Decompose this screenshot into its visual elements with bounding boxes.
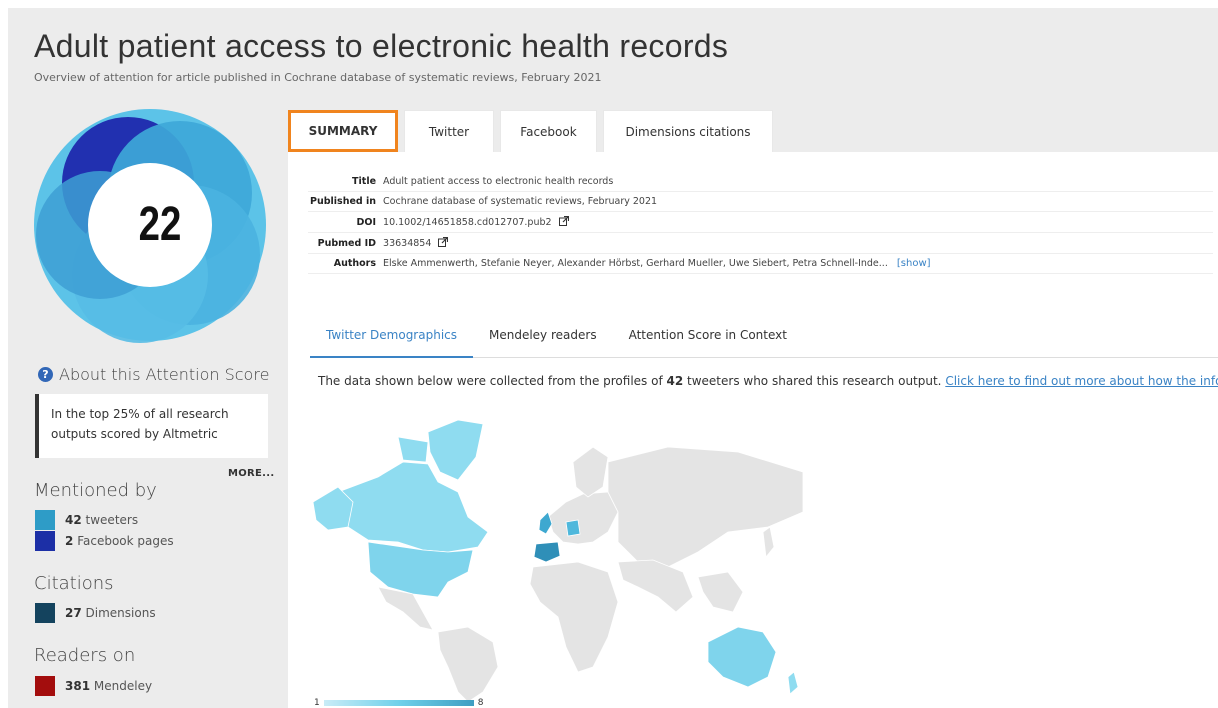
map-greenland: [427, 419, 484, 481]
map-germany: [565, 519, 581, 537]
tweeters-count: 42: [65, 513, 82, 527]
mendeley-label: Mendeley: [93, 679, 153, 693]
dimensions-label: Dimensions: [85, 606, 156, 620]
map-spain: [533, 541, 561, 563]
meta-row-authors: Authors Elske Ammenwerth, Stefanie Neyer…: [308, 253, 1213, 274]
scale-max: 8: [477, 698, 484, 708]
meta-row-doi: DOI 10.1002/14651858.cd012707.pub2: [308, 211, 1213, 233]
mendeley-swatch: [35, 676, 55, 696]
more-info-link[interactable]: Click here to find out more about how th…: [945, 374, 1218, 388]
legend-dimensions[interactable]: 27 Dimensions: [35, 603, 156, 623]
authors-value: Elske Ammenwerth, Stefanie Neyer, Alexan…: [383, 258, 888, 269]
pubmed-link[interactable]: 33634854: [383, 238, 431, 249]
about-label: About this Attention Score: [59, 365, 270, 384]
subtab-mendeley-readers[interactable]: Mendeley readers: [473, 322, 613, 358]
article-metadata: Title Adult patient access to electronic…: [308, 172, 1213, 274]
readers-heading: Readers on: [34, 645, 136, 666]
tweeters-swatch: [35, 510, 55, 530]
world-map[interactable]: [308, 402, 808, 702]
tab-summary[interactable]: SUMMARY: [288, 110, 398, 152]
attention-score-value: 22: [138, 198, 182, 251]
external-link-icon[interactable]: [438, 237, 449, 247]
pubmed-key: Pubmed ID: [308, 232, 382, 254]
scale-min: 1: [314, 698, 320, 708]
tab-dimensions-citations[interactable]: Dimensions citations: [603, 110, 773, 152]
demographics-subtabs: Twitter Demographics Mendeley readers At…: [310, 322, 1218, 358]
facebook-count: 2: [65, 534, 74, 548]
map-canada: [337, 461, 489, 553]
meta-row-title: Title Adult patient access to electronic…: [308, 172, 1213, 192]
authors-key: Authors: [308, 253, 382, 274]
citations-heading: Citations: [34, 573, 114, 594]
meta-row-pubmed: Pubmed ID 33634854: [308, 232, 1213, 254]
meta-row-published: Published in Cochrane database of system…: [308, 191, 1213, 212]
subtab-attention-context[interactable]: Attention Score in Context: [613, 322, 803, 358]
doi-key: DOI: [308, 211, 382, 233]
scale-gradient-bar: [323, 700, 474, 706]
map-color-scale: 1 8: [314, 698, 483, 708]
facebook-label: Facebook pages: [77, 534, 174, 548]
map-australia: [707, 626, 777, 688]
summary-panel: Title Adult patient access to electronic…: [288, 152, 1218, 708]
published-key: Published in: [308, 191, 382, 212]
doi-link[interactable]: 10.1002/14651858.cd012707.pub2: [383, 217, 552, 228]
dimensions-swatch: [35, 603, 55, 623]
subtab-twitter-demographics[interactable]: Twitter Demographics: [310, 322, 473, 358]
help-icon: ?: [38, 367, 53, 382]
tweeter-count: 42: [666, 374, 684, 388]
tab-facebook[interactable]: Facebook: [500, 110, 597, 152]
legend-tweeters[interactable]: 42 tweeters: [35, 510, 138, 530]
title-value: Adult patient access to electronic healt…: [381, 172, 1213, 192]
page-title: Adult patient access to electronic healt…: [34, 28, 729, 64]
show-authors-link[interactable]: [show]: [897, 258, 931, 269]
legend-mendeley[interactable]: 381 Mendeley: [35, 676, 152, 696]
dimensions-count: 27: [65, 606, 82, 620]
about-attention-score[interactable]: ? About this Attention Score: [38, 365, 269, 384]
intro-text-2: tweeters who shared this research output…: [683, 374, 946, 388]
demographics-intro: The data shown below were collected from…: [318, 374, 1218, 388]
intro-text: The data shown below were collected from…: [318, 374, 667, 388]
tab-strip: SUMMARY Twitter Facebook Dimensions cita…: [288, 110, 773, 152]
legend-facebook[interactable]: 2 Facebook pages: [35, 531, 174, 551]
tab-twitter[interactable]: Twitter: [404, 110, 494, 152]
mentioned-by-heading: Mentioned by: [34, 480, 157, 501]
title-key: Title: [308, 172, 382, 192]
facebook-swatch: [35, 531, 55, 551]
mendeley-count: 381: [65, 679, 91, 693]
published-value: Cochrane database of systematic reviews,…: [381, 191, 1213, 212]
external-link-icon[interactable]: [558, 216, 569, 226]
tweeters-label: tweeters: [85, 513, 139, 527]
page-subtitle: Overview of attention for article publis…: [34, 71, 602, 84]
more-link[interactable]: MORE...: [228, 468, 274, 479]
rank-box: In the top 25% of all research outputs s…: [35, 394, 268, 458]
